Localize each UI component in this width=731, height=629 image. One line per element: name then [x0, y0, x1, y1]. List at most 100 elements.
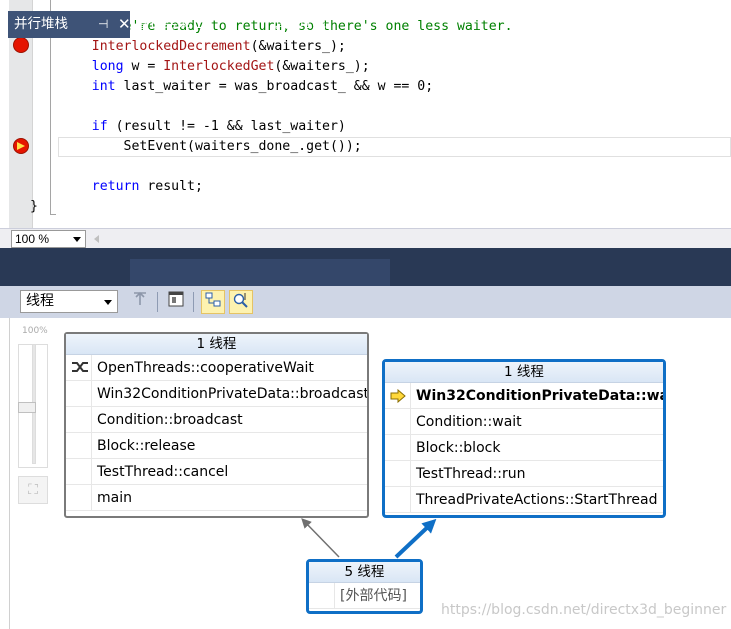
stack-frame-row[interactable]: Block::release — [66, 433, 367, 459]
stack-node-main-thread[interactable]: 1 线程 OpenThreads::cooperativeWaitWin32Co… — [64, 332, 369, 518]
code-line[interactable]: long w = InterlockedGet(&waiters_); — [60, 57, 370, 77]
current-breakpoint-icon[interactable] — [13, 138, 29, 154]
frame-gutter — [309, 583, 335, 608]
node-header[interactable]: 5 线程 — [309, 562, 420, 583]
toggle-method-view-icon[interactable] — [128, 290, 152, 314]
frame-gutter — [385, 461, 411, 486]
frame-label: ThreadPrivateActions::StartThread — [416, 492, 658, 508]
code-token: return — [91, 179, 140, 194]
frame-label: [外部代码] — [340, 588, 407, 604]
node-header[interactable]: 1 线程 — [66, 334, 367, 355]
code-token: (&waiters_); — [274, 59, 370, 74]
code-line[interactable]: int last_waiter = was_broadcast_ && w ==… — [60, 77, 433, 97]
frame-label: TestThread::run — [416, 466, 526, 482]
canvas-left-border — [9, 318, 10, 629]
code-line[interactable]: if (result != -1 && last_waiter) — [60, 117, 346, 137]
stack-frame-row[interactable]: Block::block — [385, 435, 663, 461]
code-token: InterlockedDecrement — [91, 39, 251, 54]
code-line[interactable]: } — [30, 197, 38, 217]
zoom-slider-thumb[interactable] — [18, 402, 36, 413]
stack-frame-row[interactable]: main — [66, 485, 367, 511]
editor-zoom-bar: 100 % — [0, 228, 731, 248]
stack-frame-row[interactable]: Condition::wait — [385, 409, 663, 435]
code-token: } — [30, 199, 38, 214]
inactive-tabs-background — [130, 259, 390, 286]
zoom-level-dropdown[interactable]: 100 % — [11, 230, 86, 248]
code-token: (result != -1 && last_waiter) — [107, 119, 346, 134]
code-line[interactable]: return result; — [60, 177, 203, 197]
frame-gutter — [66, 459, 92, 484]
zoom-to-fit-icon[interactable]: ⛶ — [18, 476, 48, 504]
tab-call-stack-label: 调用堆栈 — [272, 16, 326, 32]
chevron-down-icon — [104, 300, 112, 305]
stack-frame-row[interactable]: Condition::broadcast — [66, 407, 367, 433]
thread-switch-icon — [71, 355, 89, 380]
view-mode-value: 线程 — [26, 293, 54, 309]
tab-call-stack[interactable]: 调用堆栈 — [272, 11, 326, 38]
code-token: long — [91, 59, 124, 74]
frame-label: main — [97, 490, 132, 506]
zoom-control-toggle-icon[interactable] — [229, 290, 253, 314]
breakpoint-icon[interactable] — [13, 37, 29, 53]
frame-gutter — [66, 407, 92, 432]
tab-find-results[interactable]: 查找结果 1 — [136, 11, 203, 38]
frame-label: OpenThreads::cooperativeWait — [97, 360, 314, 376]
code-token: InterlockedGet — [163, 59, 275, 74]
node-header[interactable]: 1 线程 — [385, 362, 663, 383]
tab-parallel-stacks-label: 并行堆栈 — [14, 16, 68, 32]
pin-icon[interactable]: ⊣ — [98, 11, 108, 38]
zoom-percent-label: 100% — [22, 326, 48, 336]
current-frame-arrow-icon — [390, 383, 406, 408]
code-token: int — [91, 79, 116, 94]
code-token: SetEvent(waiters_done_.get()); — [60, 139, 362, 154]
parallel-stacks-toolbar: 线程 — [0, 286, 731, 318]
frame-label: Win32ConditionPrivateData::wait — [416, 388, 663, 404]
close-icon[interactable]: ✕ — [118, 11, 131, 38]
code-token: (&waiters_); — [250, 39, 346, 54]
frame-label: Block::block — [416, 440, 501, 456]
stack-node-current-thread[interactable]: 1 线程 Win32ConditionPrivateData::waitCond… — [382, 359, 666, 518]
tab-find-results-label: 查找结果 1 — [136, 16, 203, 32]
code-line[interactable]: SetEvent(waiters_done_.get()); — [60, 137, 362, 157]
frame-gutter — [66, 381, 92, 406]
toolbar-separator — [157, 292, 158, 312]
stack-frame-row[interactable]: Win32ConditionPrivateData::broadcast — [66, 381, 367, 407]
stack-node-external-code[interactable]: 5 线程 [外部代码] — [306, 559, 423, 614]
code-token: w = — [123, 59, 164, 74]
scroll-left-arrow-icon[interactable] — [94, 235, 99, 243]
tab-parallel-stacks[interactable]: 并行堆栈 ⊣ ✕ — [8, 11, 131, 38]
stack-frame-row[interactable]: TestThread::run — [385, 461, 663, 487]
stack-frame-row[interactable]: OpenThreads::cooperativeWait — [66, 355, 367, 381]
frame-label: TestThread::cancel — [97, 464, 229, 480]
code-token: if — [91, 119, 108, 134]
show-external-code-icon[interactable] — [164, 290, 188, 314]
stack-frame-row[interactable]: ThreadPrivateActions::StartThread — [385, 487, 663, 513]
frame-gutter — [385, 487, 411, 512]
code-token: last_waiter = was_broadcast_ && w == 0; — [115, 79, 434, 94]
view-mode-dropdown[interactable]: 线程 — [20, 290, 118, 313]
stack-frame-row[interactable]: [外部代码] — [309, 583, 420, 609]
frame-gutter — [66, 485, 92, 510]
toolbar-separator — [193, 292, 194, 312]
frame-gutter — [385, 435, 411, 460]
frame-label: Condition::wait — [416, 414, 522, 430]
frame-gutter — [66, 433, 92, 458]
stack-frame-row[interactable]: TestThread::cancel — [66, 459, 367, 485]
code-line[interactable]: InterlockedDecrement(&waiters_); — [60, 37, 346, 57]
watermark-text: https://blog.csdn.net/directx3d_beginner — [441, 602, 727, 618]
frame-label: Block::release — [97, 438, 196, 454]
frame-label: Win32ConditionPrivateData::broadcast — [97, 386, 367, 402]
chevron-down-icon — [73, 237, 81, 242]
code-token: result; — [139, 179, 203, 194]
outline-fold-end — [50, 214, 56, 215]
auto-scroll-icon[interactable] — [201, 290, 225, 314]
stack-frame-row[interactable]: Win32ConditionPrivateData::wait — [385, 383, 663, 409]
zoom-level-value: 100 % — [15, 232, 50, 246]
frame-label: Condition::broadcast — [97, 412, 243, 428]
frame-gutter — [385, 409, 411, 434]
